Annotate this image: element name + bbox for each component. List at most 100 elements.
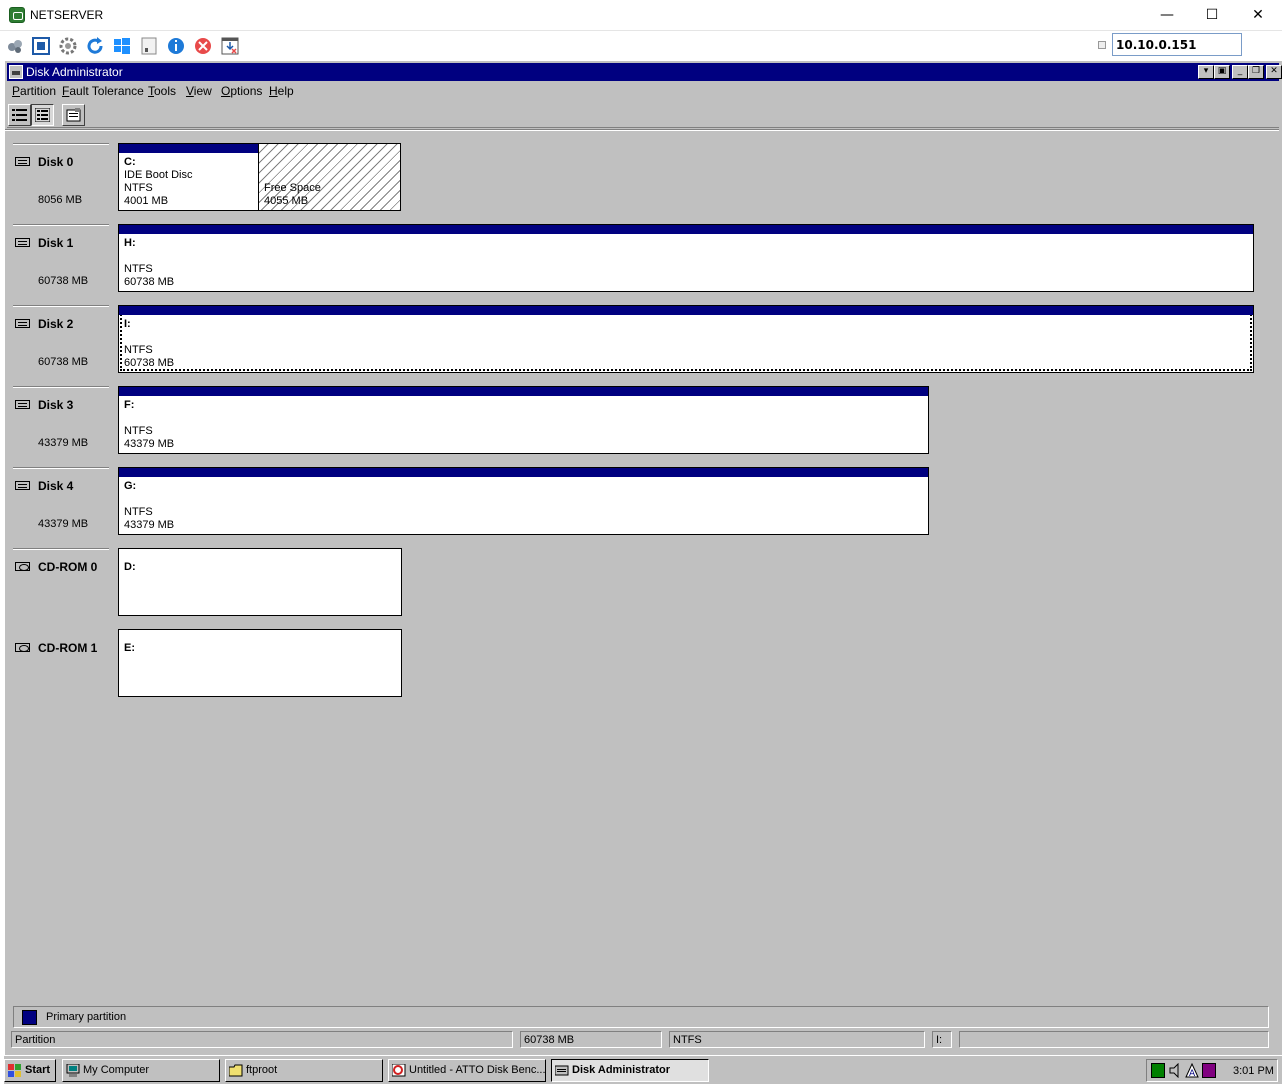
free-space[interactable]: Free Space 4055 MB <box>258 143 401 211</box>
statusbar: Partition 60738 MB NTFS I: <box>5 1031 1279 1049</box>
minimize-button[interactable]: — <box>1144 0 1190 30</box>
partition-filesystem: NTFS <box>124 425 153 437</box>
refresh-icon[interactable] <box>86 37 104 55</box>
disk-size: 60738 MB <box>38 356 89 368</box>
disk-separator <box>13 386 109 388</box>
partition-size: 60738 MB <box>124 357 175 369</box>
free-space-size: 4055 MB <box>264 195 309 207</box>
menu-fault-tolerance[interactable]: Fault Tolerance <box>62 84 144 98</box>
disk-row-1: Disk 1 60738 MB H: NTFS 60738 MB <box>13 224 1279 294</box>
partition-filesystem: NTFS <box>124 506 153 518</box>
partition-g[interactable]: G: NTFS 43379 MB <box>118 467 929 535</box>
dropdown-caption-button[interactable]: ▾ <box>1198 65 1214 79</box>
hard-disk-icon <box>15 400 30 409</box>
partition-d[interactable]: D: <box>118 548 402 616</box>
atto-benchmark-icon <box>392 1064 406 1077</box>
primary-partition-bar <box>119 387 928 396</box>
host-window-title: NETSERVER <box>30 8 104 22</box>
cdrom-drive-icon <box>15 643 30 652</box>
close-button[interactable]: ✕ <box>1235 0 1281 30</box>
plugin-icon[interactable] <box>6 37 24 55</box>
partition-size: 43379 MB <box>124 519 175 531</box>
network-tray-icon[interactable] <box>1151 1063 1165 1078</box>
disk-size: 60738 MB <box>38 275 89 287</box>
host-titlebar: NETSERVER — ☐ ✕ <box>0 0 1282 31</box>
taskbar-item-disk-administrator[interactable]: Disk Administrator <box>551 1059 709 1082</box>
disk-configuration-view-button[interactable] <box>31 104 54 126</box>
disk-row-4: Disk 4 43379 MB G: NTFS 43379 MB <box>13 467 1279 537</box>
maximize-button[interactable]: ☐ <box>1189 0 1235 30</box>
disk-row-0: Disk 0 8056 MB C: IDE Boot Disc NTFS 400… <box>13 143 1279 213</box>
start-button[interactable]: Start <box>4 1059 56 1082</box>
cdrom-row-1: CD-ROM 1 E: <box>13 629 1279 699</box>
primary-partition-bar <box>119 225 1253 234</box>
status-type: Partition <box>11 1031 513 1048</box>
primary-partition-bar <box>119 468 928 477</box>
taskbar-item-my-computer[interactable]: My Computer <box>62 1059 220 1082</box>
menu-options[interactable]: Options <box>221 84 262 98</box>
disk-name: Disk 2 <box>38 317 74 331</box>
system-menu-icon[interactable] <box>9 65 23 79</box>
monitor-tray-icon[interactable] <box>1202 1063 1216 1078</box>
volumes-view-button[interactable] <box>8 104 31 126</box>
taskbar-item-ftproot[interactable]: ftproot <box>225 1059 383 1082</box>
taskbar-item-atto-benchmark[interactable]: Untitled - ATTO Disk Benc... <box>388 1059 546 1082</box>
document-icon[interactable] <box>140 37 158 55</box>
fullscreen-icon[interactable] <box>32 37 50 55</box>
status-extra <box>959 1031 1269 1048</box>
transfer-file-icon[interactable] <box>221 37 239 55</box>
menu-view[interactable]: View <box>186 84 212 98</box>
partition-c[interactable]: C: IDE Boot Disc NTFS 4001 MB <box>118 143 259 211</box>
settings-gear-icon[interactable] <box>59 37 77 55</box>
partition-h[interactable]: H: NTFS 60738 MB <box>118 224 1254 292</box>
disk-name: Disk 4 <box>38 479 74 493</box>
toolbar-separator <box>5 129 1279 131</box>
info-icon[interactable] <box>167 37 185 55</box>
address-field[interactable]: 10.10.0.151 <box>1112 33 1242 56</box>
minimize-caption-button[interactable]: _ <box>1232 65 1248 79</box>
disk-size: 43379 MB <box>38 437 89 449</box>
svg-text:A: A <box>1189 1069 1196 1078</box>
disk-row-2: Disk 2 60738 MB I: NTFS 60738 MB <box>13 305 1279 375</box>
system-tray: A 3:01 PM <box>1146 1059 1278 1082</box>
disk-size: 8056 MB <box>38 194 83 206</box>
partition-letter: C: <box>124 156 136 168</box>
cdrom-drive-icon <box>15 562 30 571</box>
close-caption-button[interactable]: ✕ <box>1266 65 1282 79</box>
partition-e[interactable]: E: <box>118 629 402 697</box>
disconnect-icon[interactable] <box>194 37 212 55</box>
disk-separator <box>13 143 109 145</box>
partition-filesystem: NTFS <box>124 182 153 194</box>
partition-filesystem: NTFS <box>124 344 153 356</box>
status-drive: I: <box>932 1031 952 1048</box>
remote-desktop: Disk Administrator ▾ ▣ _ ❐ ✕ Partition F… <box>4 61 1282 1084</box>
windows-flag-icon <box>8 1064 21 1077</box>
status-filesystem: NTFS <box>669 1031 925 1048</box>
menu-partition[interactable]: Partition <box>12 84 56 98</box>
cdrom-row-0: CD-ROM 0 D: <box>13 548 1279 618</box>
agent-tray-icon[interactable]: A <box>1185 1062 1199 1079</box>
volume-speaker-icon[interactable] <box>1168 1062 1182 1079</box>
address-indicator-icon <box>1098 41 1106 49</box>
menu-help[interactable]: Help <box>269 84 294 98</box>
partition-letter: H: <box>124 237 136 249</box>
start-label: Start <box>25 1064 51 1076</box>
partition-volume-label: IDE Boot Disc <box>124 169 193 181</box>
legend: Primary partition <box>13 1006 1269 1028</box>
disk-name: CD-ROM 1 <box>38 641 98 655</box>
partition-letter: F: <box>124 399 135 411</box>
windows-logo-icon[interactable] <box>113 37 131 55</box>
properties-button[interactable] <box>62 104 85 126</box>
restore-caption-button[interactable]: ❐ <box>1248 65 1264 79</box>
partition-size: 60738 MB <box>124 276 175 288</box>
disk-administrator-window: Disk Administrator ▾ ▣ _ ❐ ✕ Partition F… <box>4 61 1282 1055</box>
restore-app-caption-button[interactable]: ▣ <box>1214 65 1230 79</box>
disk-administrator-icon <box>555 1065 569 1076</box>
window-titlebar[interactable]: Disk Administrator ▾ ▣ _ ❐ ✕ <box>7 63 1282 81</box>
disk-name: CD-ROM 0 <box>38 560 98 574</box>
menu-tools[interactable]: Tools <box>148 84 176 98</box>
partition-i[interactable]: I: NTFS 60738 MB <box>118 305 1254 373</box>
partition-letter: I: <box>124 318 131 330</box>
partition-f[interactable]: F: NTFS 43379 MB <box>118 386 929 454</box>
partition-size: 43379 MB <box>124 438 175 450</box>
